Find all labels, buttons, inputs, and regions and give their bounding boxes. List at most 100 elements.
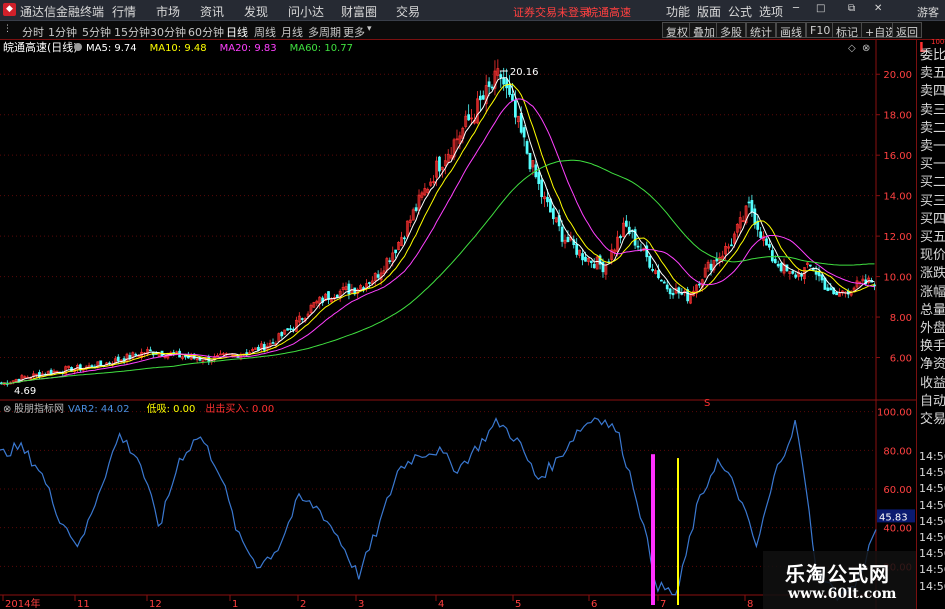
tab-30min[interactable]: 30分钟 <box>150 24 186 40</box>
login-notice[interactable]: 证券交易未登录 <box>513 4 590 20</box>
fuquan-button[interactable]: 复权 <box>662 22 692 39</box>
candle-body <box>487 81 491 87</box>
x-tick-label: 5 <box>515 599 521 609</box>
candle-body <box>540 179 544 198</box>
x-tick-label: 1 <box>232 599 238 609</box>
candle-body <box>438 156 441 172</box>
menu-item-gongneng[interactable]: 功能 <box>666 3 690 20</box>
candle-body <box>560 226 564 242</box>
candle-body <box>134 353 138 356</box>
diamond-icon: ◇ <box>848 43 856 54</box>
tab-weekly[interactable]: 周线 <box>254 24 276 40</box>
tab-60min[interactable]: 60分钟 <box>188 24 224 40</box>
draw-line-button[interactable]: 画线 <box>776 22 806 39</box>
overlay-button[interactable]: 叠加 <box>689 22 719 39</box>
restore-icon[interactable]: ⧉ <box>848 3 855 14</box>
menu-item-caifuquan[interactable]: 财富圈 <box>341 3 377 20</box>
menu-item-banmian[interactable]: 版面 <box>697 3 721 20</box>
candle-body <box>362 287 365 290</box>
quote-field-label: 买五 <box>920 230 945 245</box>
more-chevron-icon[interactable]: ▾ <box>367 24 372 34</box>
mark-button[interactable]: 标记 <box>832 22 862 39</box>
tab-5min[interactable]: 5分钟 <box>82 24 111 40</box>
quote-field-label: 涨跌 <box>920 266 945 282</box>
quote-field-label: 外盘 <box>920 321 945 336</box>
candle-body <box>502 77 506 85</box>
tab-multi-period[interactable]: 多周期 <box>308 24 341 40</box>
kline-chart[interactable]: 20.00 18.00 16.00 14.00 12.00 10.00 8.00 6.00 10… <box>0 40 916 609</box>
candle-body <box>584 256 587 262</box>
candle-body <box>388 260 392 263</box>
candle-body <box>589 260 593 263</box>
tick-time: 14:56 <box>919 450 945 463</box>
menu-item-wenxiaoda[interactable]: 问小达 <box>288 3 324 20</box>
statistics-button[interactable]: 统计 <box>746 22 776 39</box>
tick-time: 14:56 <box>919 547 945 561</box>
menu-item-shichang[interactable]: 市场 <box>156 3 180 20</box>
candle-body <box>581 253 584 261</box>
candle-body <box>835 291 838 296</box>
candle-body <box>794 274 798 278</box>
indicator-close-icon: ⊗ <box>3 404 11 415</box>
quote-field-label: 净资 <box>920 357 945 373</box>
candle-body <box>414 207 418 211</box>
candle-body <box>814 271 818 275</box>
candle-body <box>262 344 266 351</box>
candle-body <box>657 270 660 279</box>
x-tick-label: 2014年 <box>5 597 40 609</box>
menu-bar: ◆ 通达信金融终端 行情 市场 资讯 发现 问小达 财富圈 交易 证券交易未登录… <box>0 0 945 21</box>
candle-body <box>730 244 733 247</box>
menu-item-gongshi[interactable]: 公式 <box>728 3 752 20</box>
candle-body <box>697 283 701 286</box>
candle-body <box>592 263 596 269</box>
price-tick-label: 18.00 <box>883 111 912 122</box>
low-label: 4.69 <box>14 386 36 397</box>
x-tick-label: 12 <box>149 599 162 609</box>
quote-field-label: 买二 <box>920 175 945 191</box>
candle-body <box>116 356 120 362</box>
back-button[interactable]: 返回 <box>892 22 922 39</box>
close-icon[interactable]: ✕ <box>874 3 882 14</box>
quote-field-label[interactable]: 自动 <box>920 390 945 409</box>
tab-1min[interactable]: 1分钟 <box>48 24 77 40</box>
minimize-icon[interactable]: ─ <box>793 3 799 14</box>
menu-item-zixun[interactable]: 资讯 <box>200 3 224 20</box>
x-tick-label: 3 <box>358 599 364 609</box>
menu-item-jiaoyi[interactable]: 交易 <box>396 3 420 20</box>
guest-label[interactable]: 游客 <box>917 4 939 20</box>
tab-more[interactable]: 更多 <box>343 24 365 40</box>
candle-body <box>528 152 532 170</box>
menu-item-hangqing[interactable]: 行情 <box>112 3 136 20</box>
candle-body <box>271 342 275 344</box>
candle-body <box>747 201 751 204</box>
candle-body <box>665 284 669 290</box>
stock-tab[interactable]: 皖通高速 <box>587 4 631 20</box>
indicator-legend-0: VAR2: 44.02 <box>68 404 130 415</box>
multi-stock-button[interactable]: 多股 <box>716 22 746 39</box>
candle-body <box>376 274 380 278</box>
quote-field-label[interactable]: 交易 <box>920 408 945 427</box>
quote-field-label: 卖一 <box>920 139 945 154</box>
maximize-icon[interactable]: □ <box>816 3 825 14</box>
app-logo-icon: ◆ <box>3 3 16 16</box>
candle-body <box>478 95 482 101</box>
menu-item-faxian[interactable]: 发现 <box>244 3 268 20</box>
candle-body <box>505 78 508 89</box>
quote-field-label: 涨幅 <box>920 284 945 300</box>
candle-body <box>575 243 579 255</box>
menu-item-xuanxiang[interactable]: 选项 <box>759 3 783 20</box>
f10-button[interactable]: F10 <box>806 22 835 38</box>
indicator-legend-2: 出击买入: 0.00 <box>205 402 274 415</box>
current-value: 45.83 <box>879 512 908 523</box>
tab-15min[interactable]: 15分钟 <box>114 24 150 40</box>
tab-fenshi[interactable]: 分时 <box>22 24 44 40</box>
sell-marker: S <box>704 398 710 409</box>
candle-body <box>808 264 812 267</box>
candle-body <box>537 172 541 184</box>
price-tick-label: 10.00 <box>883 273 912 284</box>
candle-body <box>820 274 824 281</box>
tab-daily[interactable]: 日线 <box>226 24 248 40</box>
quote-field-label: 换手 <box>920 339 945 355</box>
tab-monthly[interactable]: 月线 <box>281 24 303 40</box>
candle-body <box>680 292 684 295</box>
